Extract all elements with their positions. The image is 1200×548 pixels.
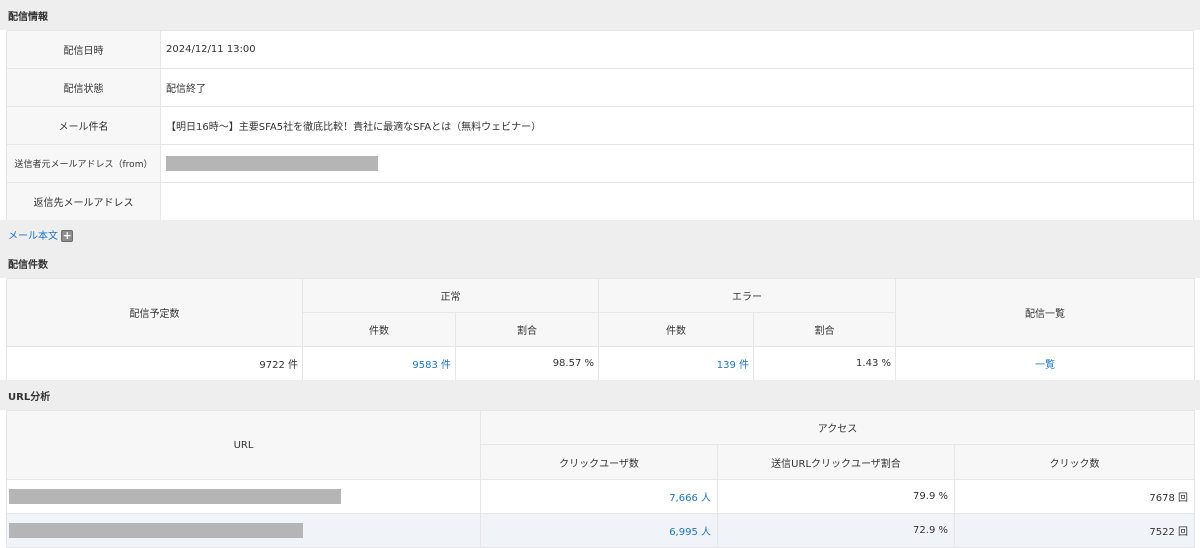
header-delivery-list: 配信一覧 [895,278,1195,347]
click-count: 7678 回 [954,479,1195,514]
delivery-count-title: 配信件数 [8,260,48,271]
url-analysis-table: URL アクセス クリックユーザ数 送信URLクリックユーザ割合 クリック数 7… [6,410,1195,548]
info-value-subject: 【明日16時～】主要SFA5社を徹底比較！貴社に最適なSFAとは（無料ウェビナー… [160,106,1194,145]
header-normal-count: 件数 [302,312,456,347]
url-analysis-title: URL分析 [8,392,51,403]
click-users-link[interactable]: 7,666 人 [480,479,718,514]
info-value-datetime: 2024/12/11 13:00 [160,30,1194,69]
click-user-ratio: 79.9 % [717,479,955,514]
info-row-subject: メール件名 【明日16時～】主要SFA5社を徹底比較！貴社に最適なSFAとは（無… [6,106,1194,145]
redacted-url [9,489,341,504]
info-row-reply-to: 返信先メールアドレス [6,182,1194,221]
info-value-reply-to [160,182,1194,221]
click-user-ratio: 72.9 % [717,513,955,548]
mail-body-link[interactable]: メール本文 + [8,227,74,242]
info-label-status: 配信状態 [6,68,161,107]
normal-ratio: 98.57 % [455,346,599,381]
header-normal-ratio: 割合 [455,312,599,347]
mail-body-label[interactable]: メール本文 [8,231,58,242]
error-ratio: 1.43 % [753,346,896,381]
delivery-count-section-header: 配信件数 [0,248,1200,278]
delivery-count-table: 配信予定数 正常 エラー 配信一覧 件数 割合 件数 割合 9722 件 958… [6,278,1195,381]
info-row-status: 配信状態 配信終了 [6,68,1194,107]
header-normal: 正常 [302,278,599,313]
info-row-from: 送信者元メールアドレス（from） [6,144,1194,183]
header-scheduled: 配信予定数 [6,278,303,347]
header-click-users: クリックユーザ数 [480,444,718,480]
info-label-reply-to: 返信先メールアドレス [6,182,161,221]
click-count: 7522 回 [954,513,1195,548]
header-url: URL [6,410,481,480]
info-label-subject: メール件名 [6,106,161,145]
header-click-count: クリック数 [954,444,1195,480]
table-row: 7,666 人 79.9 % 7678 回 [6,479,1195,514]
mail-body-bar: メール本文 + [0,220,1200,248]
header-access: アクセス [480,410,1195,445]
scheduled-count: 9722 件 [6,346,303,381]
table-row: 6,995 人 72.9 % 7522 回 [6,513,1195,548]
click-users-link[interactable]: 6,995 人 [480,513,718,548]
delivery-count-row: 9722 件 9583 件 98.57 % 139 件 1.43 % 一覧 [6,346,1195,381]
redacted-from-address [166,156,378,171]
info-row-datetime: 配信日時 2024/12/11 13:00 [6,30,1194,69]
info-value-status: 配信終了 [160,68,1194,107]
delivery-list-link[interactable]: 一覧 [895,346,1195,381]
error-count-link[interactable]: 139 件 [598,346,754,381]
normal-count-link[interactable]: 9583 件 [302,346,456,381]
plus-icon[interactable]: + [61,230,74,242]
url-analysis-section-header: URL分析 [0,380,1200,410]
header-error: エラー [598,278,896,313]
redacted-url [9,523,303,538]
info-value-from [160,144,1194,183]
info-label-datetime: 配信日時 [6,30,161,69]
info-label-from: 送信者元メールアドレス（from） [6,144,161,183]
header-error-count: 件数 [598,312,754,347]
header-click-user-ratio: 送信URLクリックユーザ割合 [717,444,955,480]
delivery-info-title: 配信情報 [8,12,48,23]
header-error-ratio: 割合 [753,312,896,347]
delivery-info-table: 配信日時 2024/12/11 13:00 配信状態 配信終了 メール件名 【明… [6,30,1194,221]
delivery-info-section-header: 配信情報 [0,0,1200,30]
url-cell [6,513,481,548]
url-cell [6,479,481,514]
